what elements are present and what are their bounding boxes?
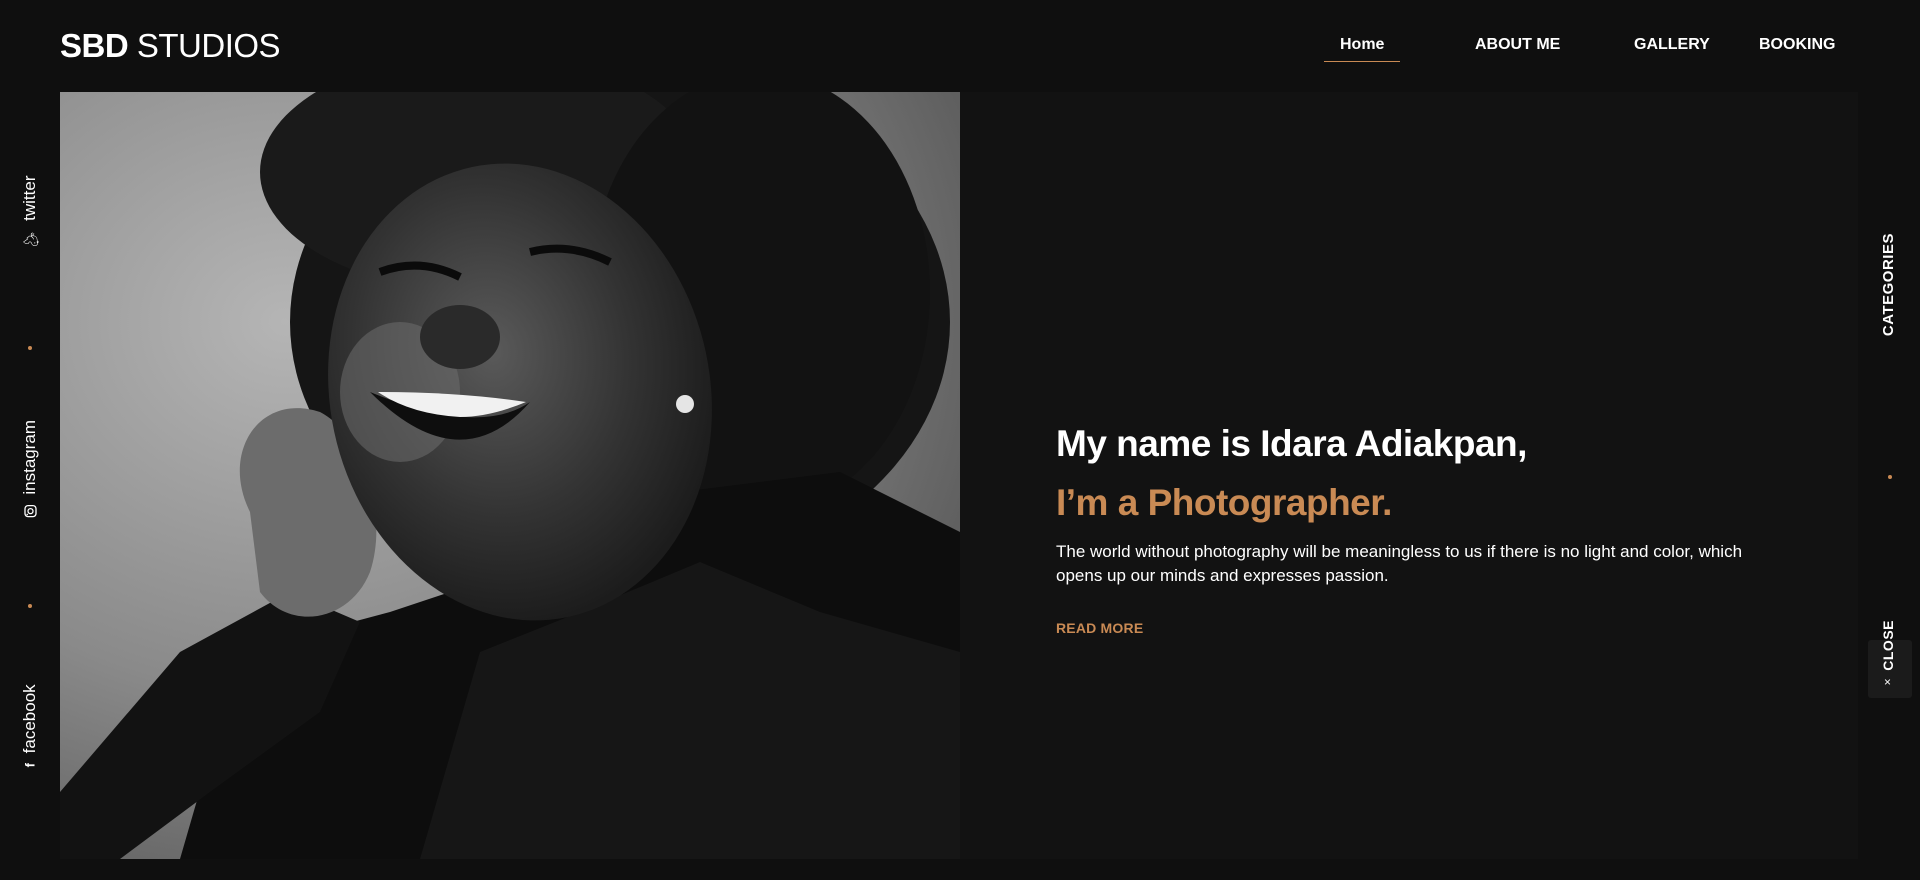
portrait-illustration — [60, 92, 960, 859]
separator-dot — [28, 346, 32, 350]
main-nav: Home ABOUT ME GALLERY BOOKING — [0, 34, 1920, 64]
separator-dot — [1888, 475, 1892, 479]
twitter-label: twitter — [20, 176, 39, 222]
read-more-link[interactable]: READ MORE — [1056, 620, 1143, 636]
hero-photo — [60, 92, 960, 859]
social-facebook[interactable]: f facebook — [0, 684, 60, 767]
instagram-glyph — [24, 504, 37, 518]
hero-title: My name is Idara Adiakpan, — [1056, 423, 1527, 464]
instagram-link[interactable]: instagram — [20, 420, 40, 518]
twitter-bird-icon: 🐦︎ — [22, 231, 38, 248]
social-instagram[interactable]: instagram — [0, 420, 60, 518]
nav-about-me[interactable]: ABOUT ME — [1475, 34, 1560, 56]
nav-gallery[interactable]: GALLERY — [1634, 34, 1710, 56]
instagram-label: instagram — [20, 420, 39, 495]
facebook-icon: f — [22, 763, 38, 768]
page: SBD STUDIOS Home ABOUT ME GALLERY BOOKIN… — [0, 0, 1920, 880]
facebook-label: facebook — [20, 684, 39, 753]
close-icon[interactable]: × — [1884, 675, 1891, 689]
hero-description: The world without photography will be me… — [1056, 542, 1743, 585]
instagram-icon — [23, 504, 37, 518]
nav-home[interactable]: Home — [1323, 34, 1402, 62]
separator-dot — [28, 604, 32, 608]
social-twitter[interactable]: 🐦︎ twitter — [0, 176, 60, 248]
twitter-link[interactable]: 🐦︎ twitter — [20, 176, 40, 248]
categories-toggle[interactable]: CATEGORIES — [1880, 233, 1897, 336]
facebook-link[interactable]: f facebook — [20, 684, 40, 767]
nav-booking[interactable]: BOOKING — [1759, 34, 1835, 56]
close-label[interactable]: CLOSE — [1880, 620, 1896, 671]
hero-subtitle: I’m a Photographer. — [1056, 482, 1392, 523]
